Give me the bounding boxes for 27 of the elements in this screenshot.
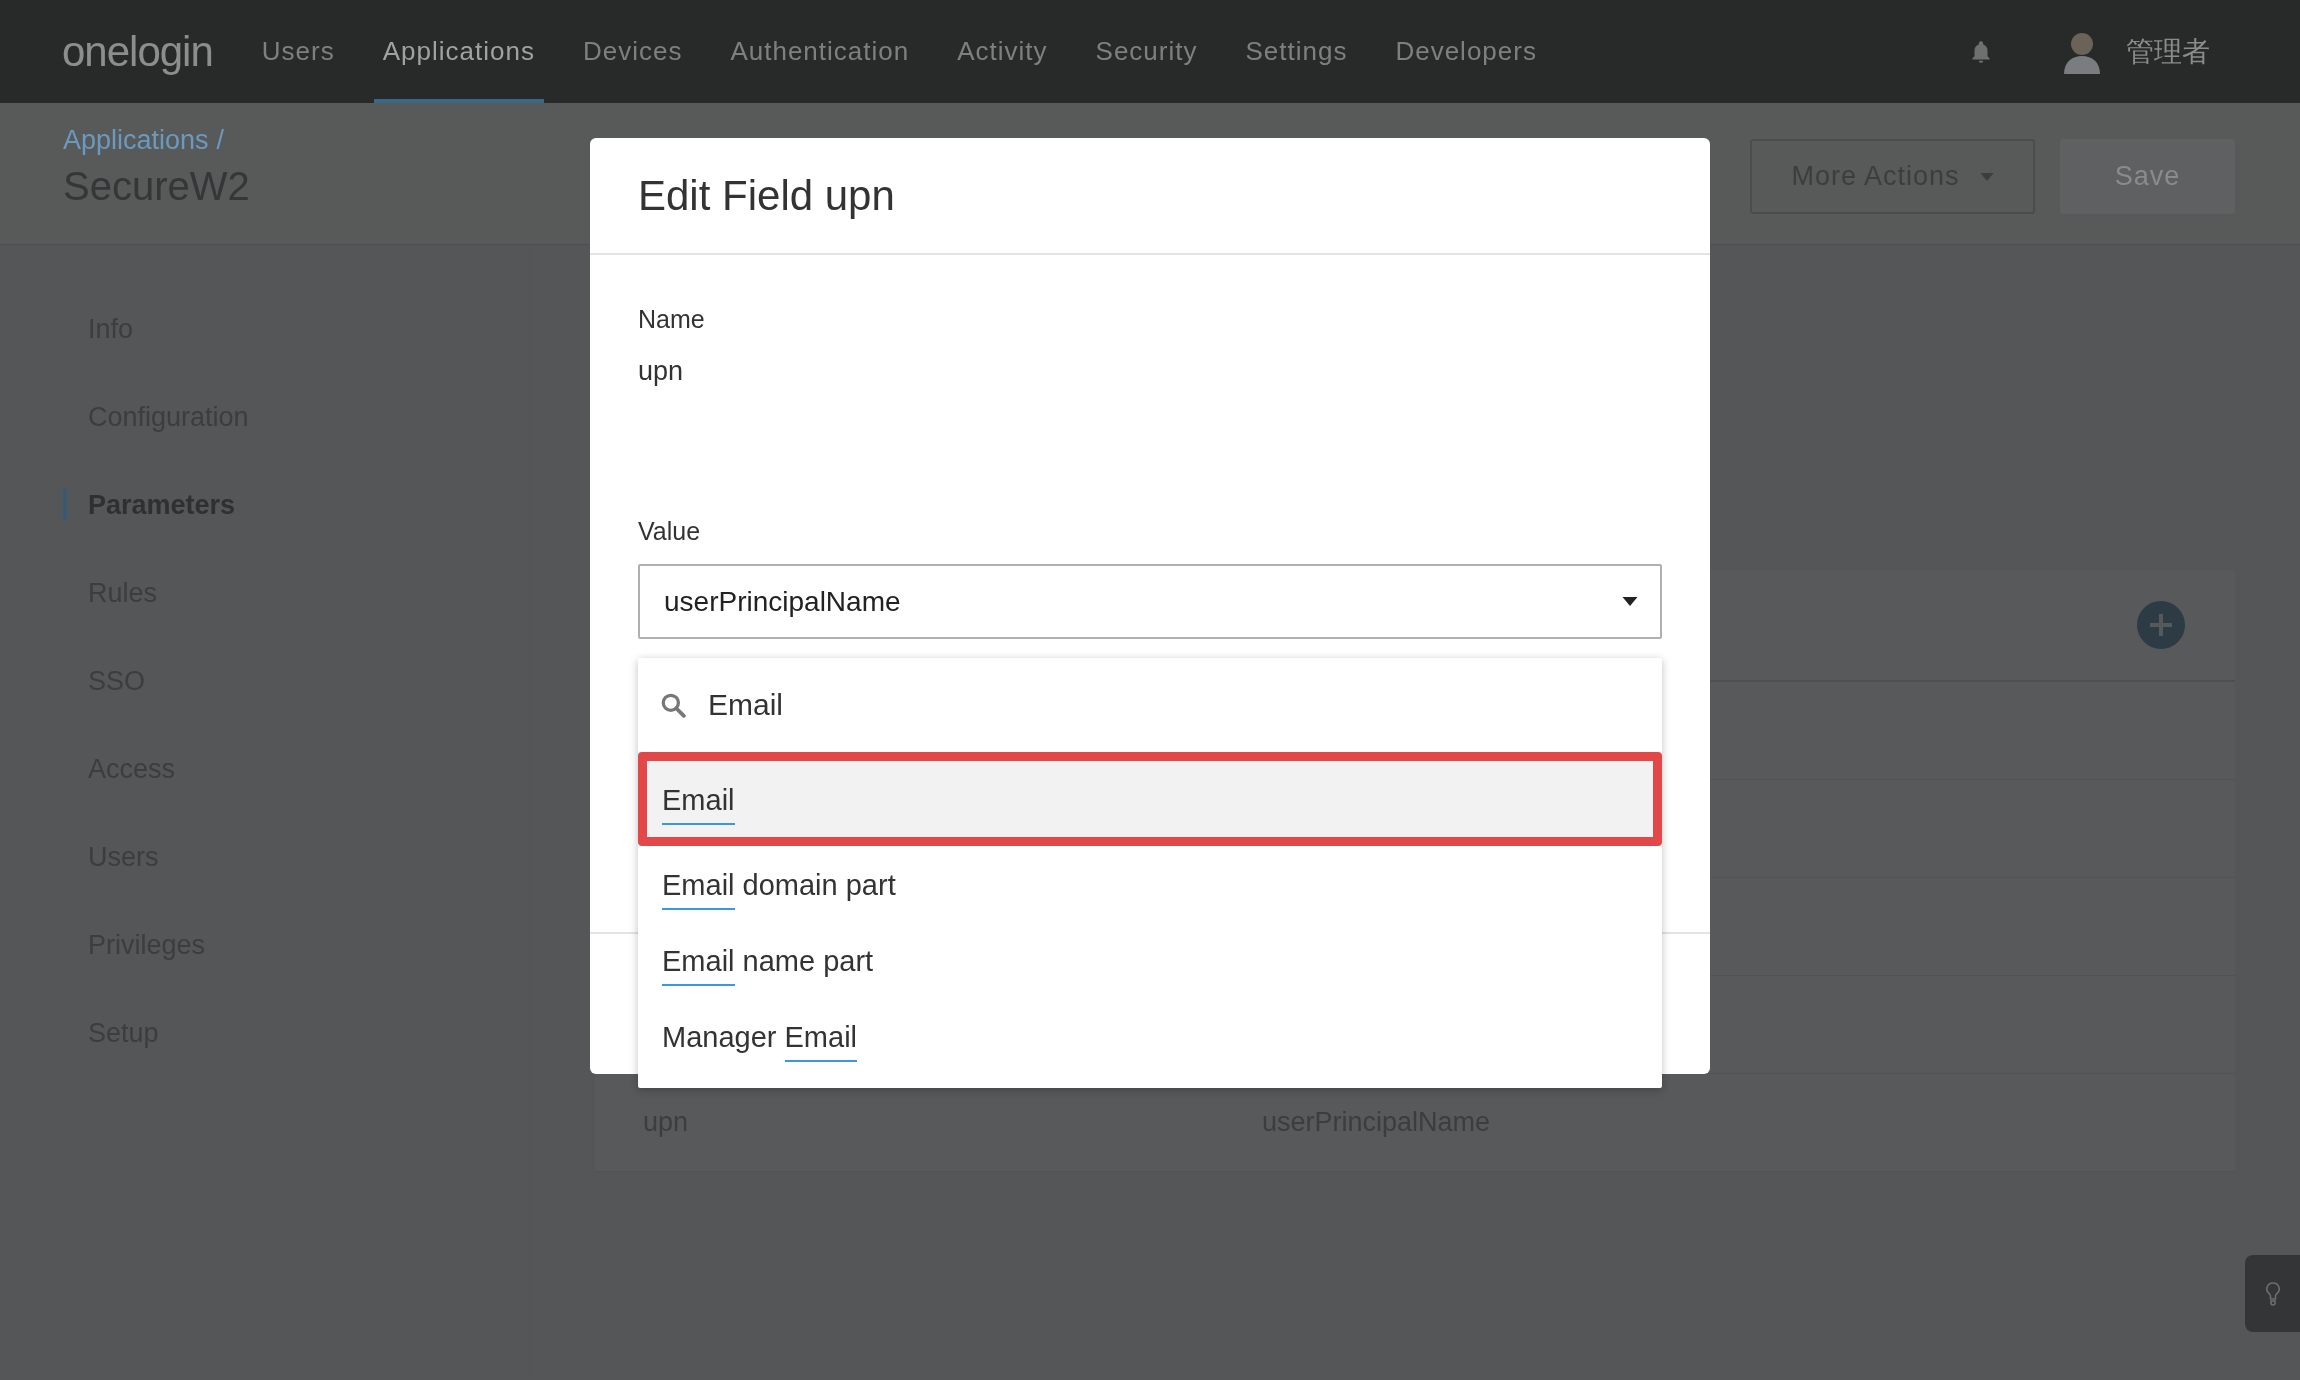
nav-tab[interactable]: Security [1086,0,1207,103]
dialog-title: Edit Field upn [638,171,895,220]
logo[interactable]: onelogin [62,27,213,76]
nav-tab[interactable]: Developers [1386,0,1546,103]
dropdown-option[interactable]: Email name part [638,922,1662,998]
nav-tab[interactable]: Authentication [721,0,919,103]
name-value: upn [638,356,684,387]
dropdown-option[interactable]: Email [638,752,1662,846]
user-name[interactable]: 管理者 [2126,32,2210,71]
hint-tab[interactable] [2245,1255,2300,1332]
nav-tab[interactable]: Users [252,0,344,103]
breadcrumb-separator: / [216,125,225,156]
nav-tab[interactable]: Devices [573,0,692,103]
nav-tab[interactable]: Settings [1236,0,1357,103]
lightbulb-icon [2264,1281,2281,1306]
add-icon[interactable] [2137,601,2185,649]
nav-tab[interactable]: Activity [948,0,1057,103]
dropdown-option[interactable]: Email domain part [638,846,1662,922]
value-select[interactable]: userPrincipalName [638,564,1662,639]
search-icon [660,692,686,718]
caret-icon [1979,172,1994,181]
breadcrumb-link[interactable]: Applications [63,125,209,156]
dropdown-option[interactable]: Manager Email [638,998,1662,1074]
value-label: Value [638,517,701,546]
caret-icon [1622,597,1638,606]
name-label: Name [638,305,705,334]
search-field[interactable]: Email [708,684,1608,726]
